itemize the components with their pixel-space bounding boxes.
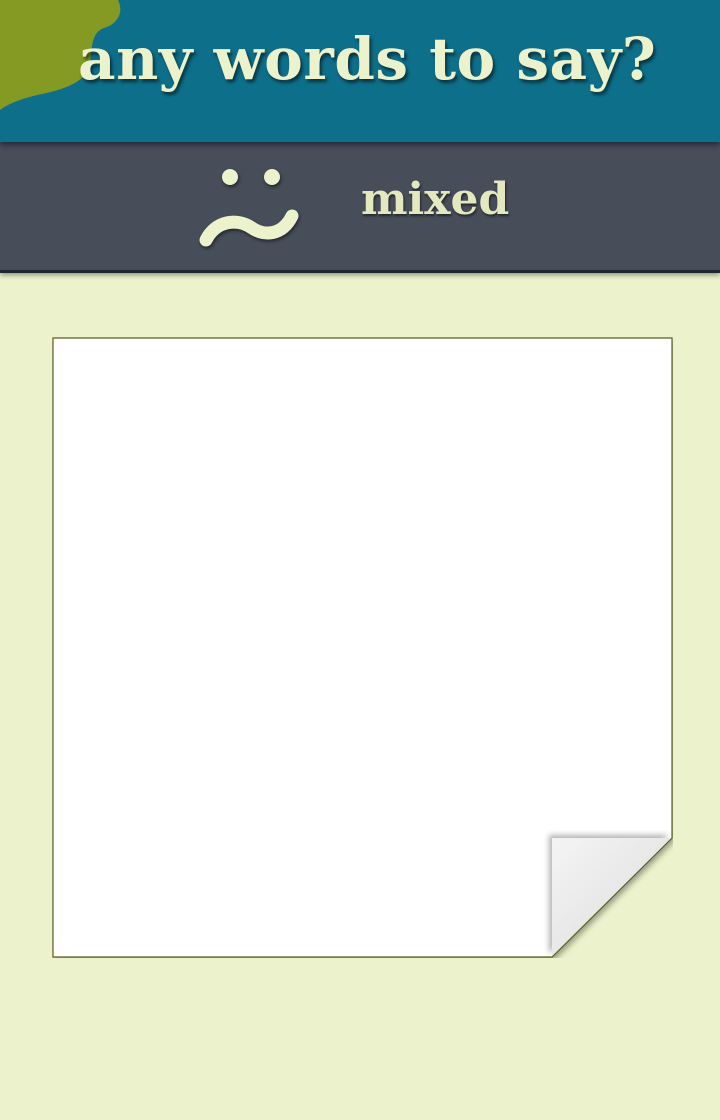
mixed-face-icon: [199, 169, 299, 247]
note-card[interactable]: [52, 337, 673, 958]
app-header: any words to say?: [0, 0, 720, 142]
page-title: any words to say?: [78, 25, 657, 93]
note-text-input[interactable]: [82, 367, 542, 827]
mood-label: mixed: [361, 174, 510, 225]
mood-bar[interactable]: mixed: [0, 142, 720, 273]
